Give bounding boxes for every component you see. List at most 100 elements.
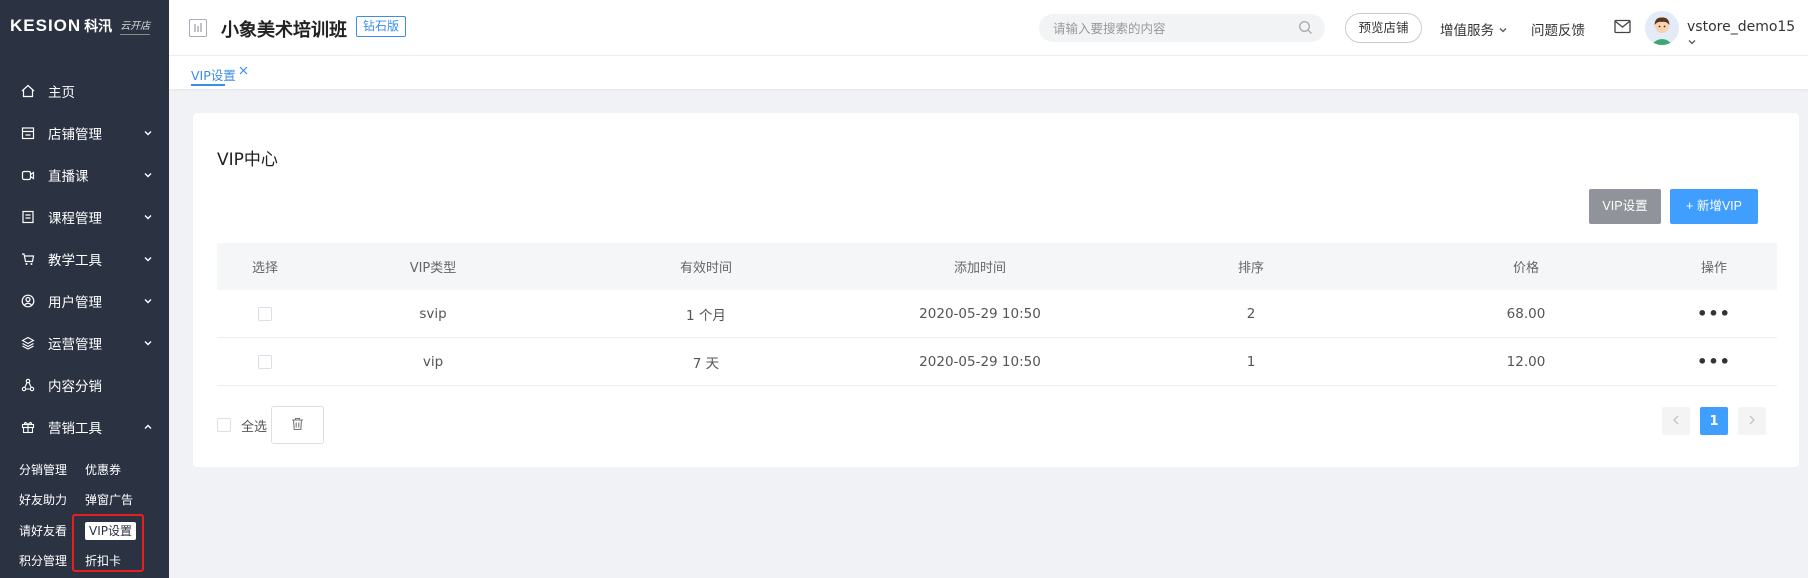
annotation-highlight-box	[72, 514, 144, 572]
table-header: 选择 VIP类型 有效时间 添加时间 排序 价格 操作	[217, 243, 1777, 290]
avatar[interactable]	[1645, 11, 1679, 45]
sidebar-item-label: 内容分销	[48, 379, 102, 395]
logo-brand-cn: 科汛	[84, 19, 113, 35]
bulk-actions: 全选	[217, 406, 325, 444]
plan-badge: 钻石版	[356, 16, 407, 37]
sidebar-item-operations[interactable]: 运营管理	[0, 322, 169, 364]
pagination: 1	[1662, 407, 1776, 435]
submenu-item-coupons[interactable]: 优惠券	[85, 461, 151, 478]
vip-price: 12.00	[1506, 353, 1546, 370]
sidebar-item-course[interactable]: 课程管理	[0, 196, 169, 238]
next-page-button[interactable]	[1738, 407, 1766, 435]
vip-center-card: VIP中心 VIP设置 + 新增VIP 选择 VIP类型 有效时间 添加时间 排…	[193, 113, 1799, 467]
sidebar-item-live[interactable]: 直播课	[0, 154, 169, 196]
more-actions-icon[interactable]: •••	[1697, 352, 1731, 371]
column-header: 价格	[1512, 261, 1539, 276]
row-select-cell	[217, 306, 313, 322]
value-service-label: 增值服务	[1440, 23, 1494, 39]
sidebar-item-users[interactable]: 用户管理	[0, 280, 169, 322]
share-icon	[20, 377, 36, 393]
chevron-down-icon	[141, 212, 155, 222]
select-all-checkbox[interactable]	[217, 418, 231, 432]
sidebar-item-label: 主页	[48, 85, 75, 101]
plus-icon: +	[1686, 199, 1694, 213]
store-name: 小象美术培训班	[221, 20, 347, 41]
value-service-menu[interactable]: 增值服务	[1440, 19, 1508, 39]
chevron-down-icon	[141, 254, 155, 264]
page-number-button[interactable]: 1	[1700, 407, 1728, 435]
logo[interactable]: KESION 科汛 云开店	[0, 0, 169, 52]
chevron-left-icon	[1672, 414, 1680, 429]
column-header: 选择	[251, 261, 278, 276]
sidebar-menu: 主页 店铺管理 直播课 课程管理 教学工具 用户管理 运营管理 内容分销 营销工…	[0, 70, 169, 448]
vip-added-time: 2020-05-29 10:50	[919, 305, 1041, 322]
row-actions-cell: •••	[1651, 352, 1777, 371]
trash-icon	[291, 417, 304, 434]
sidebar-item-marketing[interactable]: 营销工具	[0, 406, 169, 448]
vip-duration: 1 个月	[686, 307, 726, 324]
feedback-link[interactable]: 问题反馈	[1531, 19, 1585, 39]
search-input[interactable]	[1039, 14, 1325, 42]
vip-sort: 1	[1246, 353, 1256, 370]
vip-duration: 7 天	[692, 355, 720, 372]
chevron-down-icon	[141, 296, 155, 306]
mail-icon[interactable]	[1614, 19, 1631, 38]
submenu-row: 好友助力 弹窗广告	[0, 485, 169, 516]
store-logo-icon	[189, 19, 207, 37]
chevron-down-icon	[1687, 35, 1697, 51]
more-actions-icon[interactable]: •••	[1697, 304, 1731, 323]
column-header: VIP类型	[409, 261, 457, 276]
sidebar-item-label: 营销工具	[48, 421, 102, 437]
tab-bar: VIP设置	[169, 56, 1808, 89]
sidebar-item-label: 教学工具	[48, 253, 102, 269]
preview-store-button[interactable]: 预览店铺	[1345, 13, 1422, 43]
vip-settings-button[interactable]: VIP设置	[1589, 189, 1661, 224]
row-checkbox[interactable]	[258, 306, 272, 321]
tab-vip-settings[interactable]: VIP设置	[191, 65, 236, 84]
sidebar-item-label: 直播课	[48, 169, 89, 185]
select-all-label[interactable]: 全选	[241, 416, 267, 435]
row-checkbox[interactable]	[258, 354, 272, 369]
submenu-row: 分销管理 优惠券	[0, 454, 169, 485]
cart-icon	[20, 251, 36, 267]
layers-icon	[20, 335, 36, 351]
sidebar-item-distribution[interactable]: 内容分销	[0, 364, 169, 406]
gift-icon	[20, 419, 36, 435]
row-actions-cell: •••	[1651, 304, 1777, 323]
sidebar-item-label: 课程管理	[48, 211, 102, 227]
vip-type: vip	[422, 353, 444, 370]
username[interactable]: vstore_demo15	[1687, 19, 1808, 51]
home-icon	[20, 83, 36, 99]
video-icon	[20, 167, 36, 183]
vip-price: 68.00	[1506, 305, 1546, 322]
sidebar-item-home[interactable]: 主页	[0, 70, 169, 112]
chevron-down-icon	[1498, 23, 1508, 39]
close-icon[interactable]	[239, 64, 248, 79]
submenu-item-popup-ads[interactable]: 弹窗广告	[85, 491, 151, 508]
table-row: svip 1 个月 2020-05-29 10:50 2 68.00 •••	[217, 290, 1777, 338]
prev-page-button[interactable]	[1662, 407, 1690, 435]
vip-sort: 2	[1246, 305, 1256, 322]
column-header: 添加时间	[953, 261, 1006, 276]
sidebar-item-label: 店铺管理	[48, 127, 102, 143]
submenu-item-friend-assist[interactable]: 好友助力	[19, 491, 85, 508]
vip-added-time: 2020-05-29 10:50	[919, 353, 1041, 370]
sidebar-item-store[interactable]: 店铺管理	[0, 112, 169, 154]
course-icon	[20, 209, 36, 225]
search-box	[1039, 14, 1325, 42]
column-header: 操作	[1700, 261, 1727, 276]
add-vip-label: 新增VIP	[1696, 199, 1742, 213]
search-icon[interactable]	[1298, 20, 1313, 39]
delete-button[interactable]	[271, 406, 325, 444]
sidebar-item-teaching-tools[interactable]: 教学工具	[0, 238, 169, 280]
submenu-item-distribution-mgmt[interactable]: 分销管理	[19, 461, 85, 478]
tab-active-indicator	[191, 84, 225, 86]
top-header: 小象美术培训班 钻石版 预览店铺 增值服务 问题反馈 vstore_demo15	[169, 0, 1808, 56]
store-icon	[20, 125, 36, 141]
add-vip-button[interactable]: + 新增VIP	[1670, 189, 1758, 224]
column-header: 排序	[1237, 261, 1264, 276]
user-icon	[20, 293, 36, 309]
logo-brand: KESION	[10, 16, 82, 35]
chevron-right-icon	[1748, 414, 1756, 429]
logo-script: 云开店	[120, 17, 151, 35]
